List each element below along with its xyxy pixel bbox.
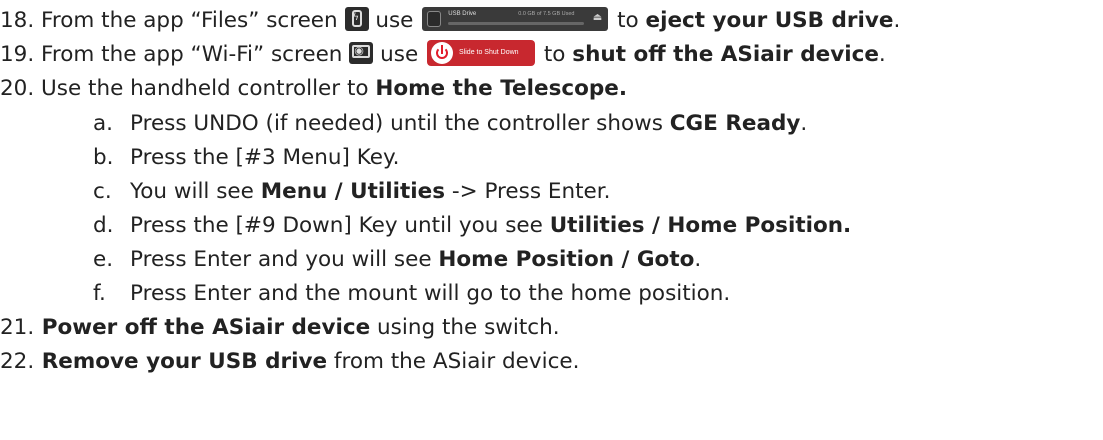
step-text-use: use bbox=[368, 8, 421, 33]
step-text: from the ASiair device. bbox=[327, 349, 580, 374]
substep-letter: b. bbox=[93, 145, 114, 170]
step-bold: eject your USB drive bbox=[645, 8, 894, 33]
shutdown-label: Slide to Shut Down bbox=[459, 49, 519, 56]
usb-mini-icon bbox=[427, 11, 442, 27]
substep-end: . bbox=[694, 247, 702, 272]
step-19: 19. From the app “Wi-Fi” screen ◉ use Sl… bbox=[0, 38, 886, 72]
substep-c: c. You will see Menu / Utilities -> Press… bbox=[93, 175, 610, 209]
step-bold: Home the Telescope. bbox=[375, 76, 628, 101]
shutdown-slider: Slide to Shut Down bbox=[427, 40, 536, 66]
step-21: 21. Power off the ASiair device using th… bbox=[0, 311, 560, 345]
step-number: 18. bbox=[0, 8, 35, 33]
substep-text: Press the [#3 Menu] Key. bbox=[130, 145, 400, 170]
usb-drive-widget: USB Drive 0.0 GB of 7.5 GB Used ⏏ bbox=[422, 7, 609, 31]
step-number: 20. bbox=[0, 76, 35, 101]
step-text: From the app “Wi-Fi” screen bbox=[34, 42, 350, 67]
eject-icon: ⏏ bbox=[592, 12, 603, 23]
substep-b: b. Press the [#3 Menu] Key. bbox=[93, 141, 399, 175]
substep-letter: c. bbox=[93, 179, 112, 204]
substep-bold: Menu / Utilities bbox=[260, 179, 446, 204]
step-bold: Power off the ASiair device bbox=[34, 315, 371, 340]
substep-letter: e. bbox=[93, 247, 114, 272]
step-20: 20. Use the handheld controller to Home … bbox=[0, 72, 627, 106]
usb-drive-icon bbox=[344, 7, 369, 31]
wifi-icon: ◉ bbox=[349, 42, 374, 64]
power-icon bbox=[431, 42, 454, 64]
step-18: 18. From the app “Files” screen use USB … bbox=[0, 4, 900, 38]
substep-text: Press UNDO (if needed) until the control… bbox=[130, 111, 670, 136]
step-text: From the app “Files” screen bbox=[34, 8, 345, 33]
substep-bold: Home Position / Goto bbox=[438, 247, 695, 272]
substep-f: f. Press Enter and the mount will go to t… bbox=[93, 277, 730, 311]
substep-end: . bbox=[800, 111, 808, 136]
substep-bold: Utilities / Home Position. bbox=[549, 213, 852, 238]
step-number: 22. bbox=[0, 349, 35, 374]
step-bold: shut off the ASiair device bbox=[572, 42, 879, 67]
substep-e: e. Press Enter and you will see Home Posi… bbox=[93, 243, 701, 277]
step-end: . bbox=[893, 8, 901, 33]
step-number: 21. bbox=[0, 315, 35, 340]
step-bold: Remove your USB drive bbox=[34, 349, 328, 374]
substep-letter: a. bbox=[93, 111, 114, 136]
step-text: Use the handheld controller to bbox=[34, 76, 376, 101]
substep-a: a. Press UNDO (if needed) until the contr… bbox=[93, 107, 807, 141]
step-end: . bbox=[878, 42, 886, 67]
substep-d: d. Press the [#9 Down] Key until you see … bbox=[93, 209, 851, 243]
substep-text: Press the [#9 Down] Key until you see bbox=[130, 213, 550, 238]
substep-text: Press Enter and the mount will go to the… bbox=[130, 281, 731, 306]
step-text-to: to bbox=[610, 8, 646, 33]
substep-letter: f. bbox=[93, 281, 106, 306]
substep-text: You will see bbox=[130, 179, 261, 204]
substep-end: -> Press Enter. bbox=[445, 179, 611, 204]
substep-text: Press Enter and you will see bbox=[130, 247, 439, 272]
substep-letter: d. bbox=[93, 213, 114, 238]
usb-drive-label: USB Drive bbox=[448, 11, 477, 17]
step-number: 19. bbox=[0, 42, 35, 67]
substep-bold: CGE Ready bbox=[669, 111, 801, 136]
step-text: using the switch. bbox=[370, 315, 560, 340]
step-22: 22. Remove your USB drive from the ASiai… bbox=[0, 345, 579, 379]
usb-used-label: 0.0 GB of 7.5 GB Used bbox=[518, 11, 575, 17]
usb-usage-bar bbox=[448, 22, 585, 25]
step-text-use: use bbox=[373, 42, 426, 67]
step-text-to: to bbox=[537, 42, 573, 67]
